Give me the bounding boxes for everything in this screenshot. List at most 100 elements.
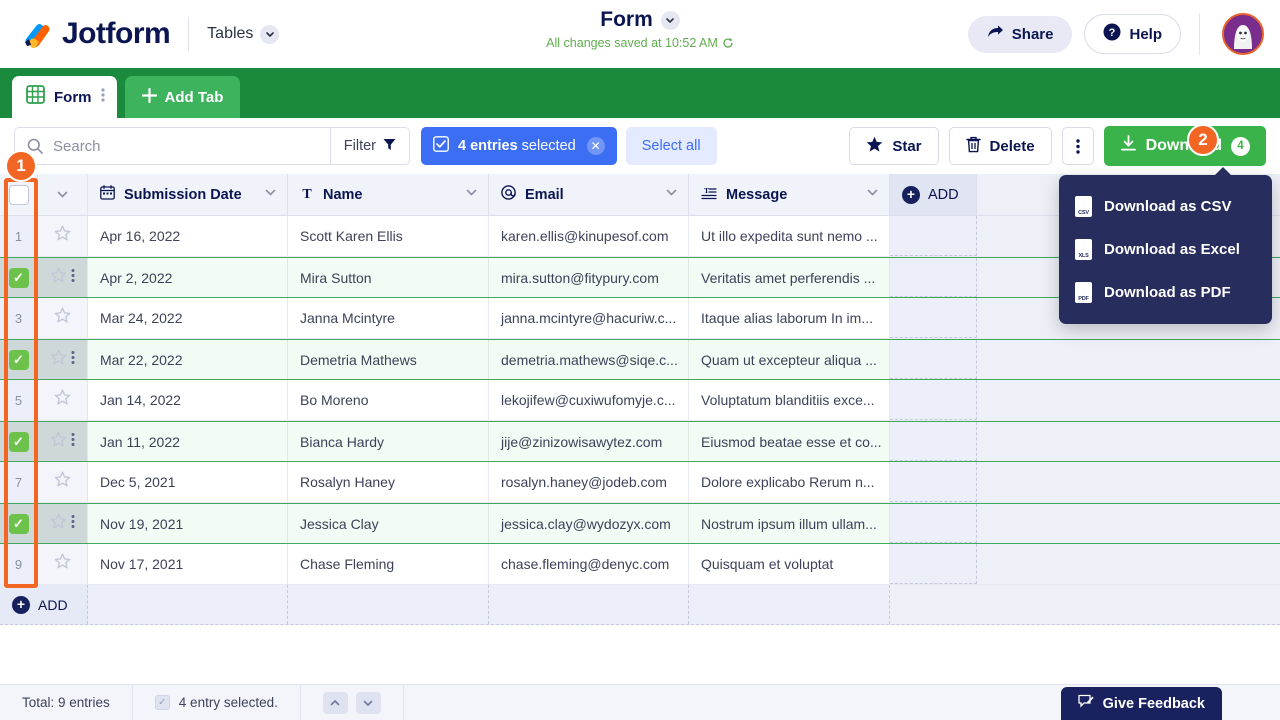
download-button[interactable]: Download 4 [1103, 126, 1266, 166]
cell-message[interactable]: Ut illo expedita sunt nemo ... [689, 216, 890, 256]
table-row[interactable]: 9 Nov 17, 2021 Chase Fleming chase.fleming@… [0, 544, 1280, 585]
chevron-down-icon[interactable] [465, 186, 478, 203]
row-select-cell[interactable]: 3 [0, 298, 38, 338]
add-row[interactable]: + ADD [0, 585, 1280, 625]
form-title-chevron-down-icon[interactable] [660, 10, 680, 30]
give-feedback-button[interactable]: Give Feedback [1060, 687, 1222, 720]
table-row[interactable]: 5 Jan 14, 2022 Bo Moreno lekojifew@cuxiwufo… [0, 380, 1280, 421]
row-select-cell[interactable]: 7 [0, 462, 38, 502]
row-kebab-icon[interactable] [71, 432, 75, 452]
cell-email[interactable]: janna.mcintyre@hacuriw.c... [489, 298, 689, 338]
star-outline-icon[interactable] [50, 513, 67, 535]
download-menu-item[interactable]: PDF Download as PDF [1059, 271, 1272, 314]
tab-kebab-icon[interactable] [100, 87, 105, 108]
row-select-cell[interactable]: ✓ [0, 504, 38, 543]
cell-date[interactable]: Jan 11, 2022 [88, 422, 288, 461]
cell-email[interactable]: jessica.clay@wydozyx.com [489, 504, 689, 543]
selection-pill[interactable]: 4 entries selected ✕ [421, 127, 617, 165]
star-outline-icon[interactable] [54, 307, 71, 329]
chevron-down-icon[interactable] [264, 186, 277, 203]
star-outline-icon[interactable] [50, 431, 67, 453]
row-star-cell[interactable] [38, 504, 88, 543]
star-outline-icon[interactable] [54, 471, 71, 493]
star-outline-icon[interactable] [50, 267, 67, 289]
cell-date[interactable]: Nov 17, 2021 [88, 544, 288, 584]
tables-menu-button[interactable]: Tables [207, 24, 280, 44]
cell-date[interactable]: Jan 14, 2022 [88, 380, 288, 420]
chevron-down-icon[interactable] [866, 186, 879, 203]
cell-email[interactable]: mira.sutton@fitypury.com [489, 258, 689, 297]
column-header-email[interactable]: Email [489, 174, 689, 215]
star-outline-icon[interactable] [54, 389, 71, 411]
table-row[interactable]: ✓ Mar 22, 2022 Demetria Mathews demetria.ma… [0, 339, 1280, 380]
cell-name[interactable]: Janna Mcintyre [288, 298, 489, 338]
row-star-cell[interactable] [38, 544, 88, 584]
select-all-button[interactable]: Select all [625, 127, 717, 165]
prev-row-button[interactable] [322, 691, 348, 714]
row-star-cell[interactable] [38, 422, 88, 461]
row-select-cell[interactable]: 1 [0, 216, 38, 256]
cell-message[interactable]: Veritatis amet perferendis ... [689, 258, 890, 297]
search-box[interactable]: Filter [14, 127, 410, 165]
row-select-cell[interactable]: ✓ [0, 340, 38, 379]
next-row-button[interactable] [355, 691, 381, 714]
table-row[interactable]: ✓ Jan 11, 2022 Bianca Hardy jije@zinizowisa… [0, 421, 1280, 462]
cell-email[interactable]: lekojifew@cuxiwufomyje.c... [489, 380, 689, 420]
clear-selection-close-icon[interactable]: ✕ [586, 137, 605, 155]
cell-name[interactable]: Rosalyn Haney [288, 462, 489, 502]
row-star-cell[interactable] [38, 380, 88, 420]
row-kebab-icon[interactable] [71, 514, 75, 534]
cell-date[interactable]: Apr 2, 2022 [88, 258, 288, 297]
cell-email[interactable]: jije@zinizowisawytez.com [489, 422, 689, 461]
row-star-cell[interactable] [38, 298, 88, 338]
row-checkbox-checked[interactable]: ✓ [8, 431, 29, 452]
row-kebab-icon[interactable] [71, 350, 75, 370]
row-checkbox-checked[interactable]: ✓ [8, 267, 29, 288]
star-outline-icon[interactable] [54, 225, 71, 247]
row-kebab-icon[interactable] [71, 268, 75, 288]
chevron-down-icon[interactable] [665, 186, 678, 203]
avatar[interactable] [1222, 13, 1264, 55]
add-row-button[interactable]: + ADD [0, 585, 88, 624]
table-row[interactable]: ✓ Nov 19, 2021 Jessica Clay jessica.clay@wy… [0, 503, 1280, 544]
row-star-cell[interactable] [38, 216, 88, 256]
cell-name[interactable]: Demetria Mathews [288, 340, 489, 379]
row-select-cell[interactable]: 9 [0, 544, 38, 584]
table-row[interactable]: 7 Dec 5, 2021 Rosalyn Haney rosalyn.haney@j… [0, 462, 1280, 503]
cell-date[interactable]: Apr 16, 2022 [88, 216, 288, 256]
cell-email[interactable]: chase.fleming@denyc.com [489, 544, 689, 584]
add-column-button[interactable]: + ADD [890, 174, 977, 215]
row-checkbox-checked[interactable]: ✓ [8, 349, 29, 370]
brand-logo[interactable]: Jotform [0, 17, 171, 51]
star-outline-icon[interactable] [50, 349, 67, 371]
cell-email[interactable]: karen.ellis@kinupesof.com [489, 216, 689, 256]
row-star-cell[interactable] [38, 258, 88, 297]
row-select-cell[interactable]: 5 [0, 380, 38, 420]
cell-email[interactable]: rosalyn.haney@jodeb.com [489, 462, 689, 502]
column-header-name[interactable]: T Name [288, 174, 489, 215]
download-dropdown-menu[interactable]: CSV Download as CSV XLS Download as Excel PD… [1059, 167, 1272, 324]
cell-message[interactable]: Quam ut excepteur aliqua ... [689, 340, 890, 379]
download-menu-item[interactable]: XLS Download as Excel [1059, 228, 1272, 271]
delete-button[interactable]: Delete [948, 127, 1052, 165]
cell-name[interactable]: Jessica Clay [288, 504, 489, 543]
cell-name[interactable]: Mira Sutton [288, 258, 489, 297]
cell-name[interactable]: Bianca Hardy [288, 422, 489, 461]
tab-form[interactable]: Form [12, 76, 117, 118]
search-input[interactable] [53, 137, 303, 155]
star-header-cell[interactable] [38, 174, 88, 215]
cell-message[interactable]: Itaque alias laborum In im... [689, 298, 890, 338]
share-button[interactable]: Share [967, 15, 1073, 53]
column-header-submission-date[interactable]: Submission Date [88, 174, 288, 215]
cell-name[interactable]: Bo Moreno [288, 380, 489, 420]
help-button[interactable]: ? Help [1084, 14, 1181, 54]
more-options-button[interactable] [1061, 127, 1094, 165]
cell-message[interactable]: Voluptatum blanditiis exce... [689, 380, 890, 420]
cell-message[interactable]: Eiusmod beatae esse et co... [689, 422, 890, 461]
cell-date[interactable]: Mar 24, 2022 [88, 298, 288, 338]
cell-date[interactable]: Nov 19, 2021 [88, 504, 288, 543]
star-button[interactable]: Star [849, 127, 939, 165]
cell-message[interactable]: Quisquam et voluptat [689, 544, 890, 584]
star-outline-icon[interactable] [54, 553, 71, 575]
cell-date[interactable]: Mar 22, 2022 [88, 340, 288, 379]
